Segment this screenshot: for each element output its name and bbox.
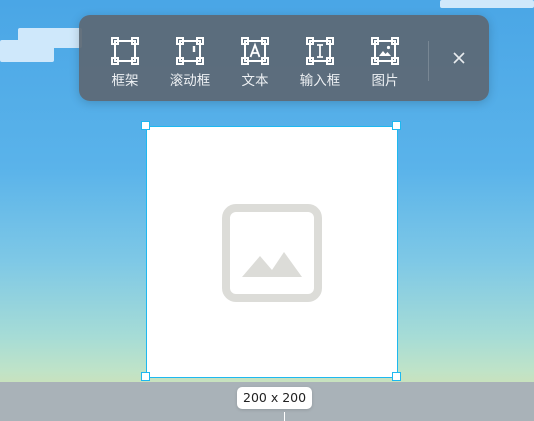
- tool-input[interactable]: 输入框: [288, 15, 352, 101]
- image-placeholder-icon: [222, 204, 322, 302]
- tool-image-label: 图片: [371, 73, 399, 89]
- tool-frame[interactable]: 框架: [93, 15, 157, 101]
- widget-toolbar: 框架 滚动框 文本 输入框 图片: [79, 15, 489, 101]
- cloud: [440, 0, 534, 8]
- resize-handle-bottom-right[interactable]: [392, 372, 401, 381]
- tool-text[interactable]: 文本: [223, 15, 287, 101]
- image-icon: [371, 37, 399, 65]
- tool-image[interactable]: 图片: [353, 15, 417, 101]
- resize-handle-top-left[interactable]: [141, 121, 150, 130]
- tool-frame-label: 框架: [111, 73, 139, 89]
- close-icon[interactable]: [447, 46, 471, 70]
- input-icon: [306, 37, 334, 65]
- resize-handle-top-right[interactable]: [392, 121, 401, 130]
- frame-icon: [111, 37, 139, 65]
- tool-text-label: 文本: [241, 73, 269, 89]
- tool-scroll-frame-label: 滚动框: [169, 73, 211, 89]
- text-icon: [241, 37, 269, 65]
- tool-scroll-frame[interactable]: 滚动框: [158, 15, 222, 101]
- size-badge: 200 x 200: [237, 387, 313, 409]
- toolbar-divider: [428, 41, 429, 81]
- size-indicator-tick: [284, 412, 285, 421]
- tool-input-label: 输入框: [299, 73, 341, 89]
- scroll-frame-icon: [176, 37, 204, 65]
- cloud: [18, 28, 82, 48]
- resize-handle-bottom-left[interactable]: [141, 372, 150, 381]
